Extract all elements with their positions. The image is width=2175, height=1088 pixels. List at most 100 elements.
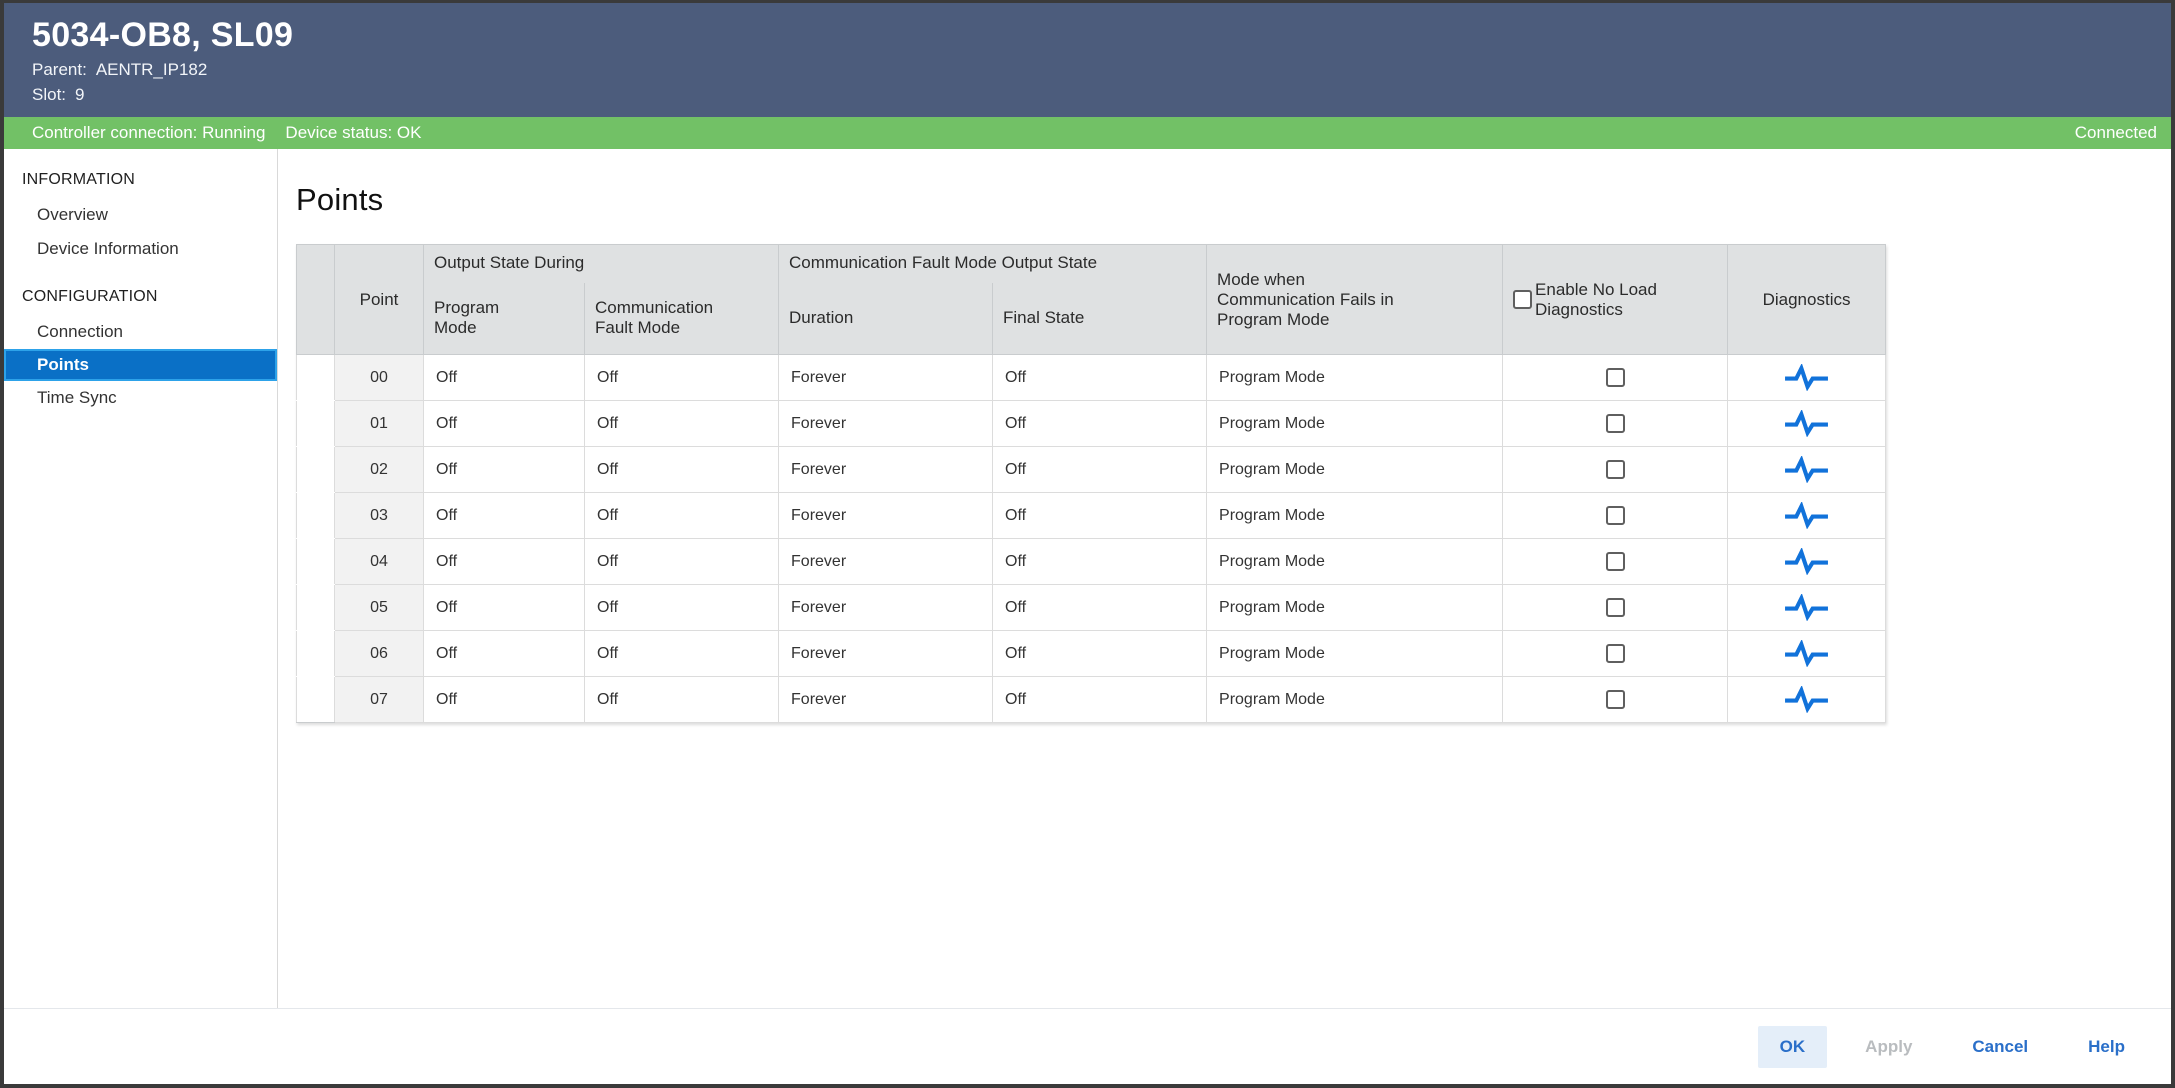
mode-when-cell[interactable]: Program Mode <box>1207 539 1503 585</box>
diagnostics-pulse-icon[interactable] <box>1783 456 1830 483</box>
mode-when-cell[interactable]: Program Mode <box>1207 631 1503 677</box>
program-mode-cell[interactable]: Off <box>424 539 585 585</box>
communication-fault-mode-cell[interactable]: Off <box>585 401 779 447</box>
program-mode-cell[interactable]: Off <box>424 493 585 539</box>
enable-no-load-header-label: Enable No Load Diagnostics <box>1535 280 1670 320</box>
diagnostics-pulse-icon[interactable] <box>1783 502 1830 529</box>
duration-cell[interactable]: Forever <box>779 401 993 447</box>
program-mode-cell[interactable]: Off <box>424 355 585 401</box>
mode-when-cell[interactable]: Program Mode <box>1207 493 1503 539</box>
table-row: 00OffOffForeverOffProgram Mode <box>297 355 1886 401</box>
table-row: 04OffOffForeverOffProgram Mode <box>297 539 1886 585</box>
enable-no-load-cell <box>1503 493 1728 539</box>
sidebar-section-label: CONFIGURATION <box>4 278 277 315</box>
duration-cell[interactable]: Forever <box>779 585 993 631</box>
final-state-cell[interactable]: Off <box>993 539 1207 585</box>
mode-when-cell[interactable]: Program Mode <box>1207 585 1503 631</box>
main-content: Points Point Output State During Communi… <box>278 149 2171 1008</box>
point-cell: 04 <box>335 539 424 585</box>
final-state-cell[interactable]: Off <box>993 401 1207 447</box>
help-button[interactable]: Help <box>2066 1026 2147 1068</box>
table-row: 05OffOffForeverOffProgram Mode <box>297 585 1886 631</box>
parent-label: Parent: <box>32 60 87 79</box>
no-load-checkbox[interactable] <box>1606 644 1625 663</box>
duration-cell[interactable]: Forever <box>779 539 993 585</box>
mode-when-cell[interactable]: Program Mode <box>1207 355 1503 401</box>
column-header-point: Point <box>335 245 424 355</box>
column-header-communication-fault-mode: Communication Fault Mode <box>585 283 779 355</box>
points-table-body: 00OffOffForeverOffProgram Mode01OffOffFo… <box>297 355 1886 723</box>
no-load-checkbox[interactable] <box>1606 414 1625 433</box>
duration-cell[interactable]: Forever <box>779 447 993 493</box>
sidebar-item-points[interactable]: Points <box>4 349 277 381</box>
diagnostics-pulse-icon[interactable] <box>1783 410 1830 437</box>
communication-fault-mode-cell[interactable]: Off <box>585 355 779 401</box>
diagnostics-cell <box>1728 355 1886 401</box>
mode-when-cell[interactable]: Program Mode <box>1207 401 1503 447</box>
header-group-row: Point Output State During Communication … <box>297 245 1886 283</box>
ok-button[interactable]: OK <box>1758 1026 1828 1068</box>
no-load-checkbox[interactable] <box>1606 460 1625 479</box>
program-mode-cell[interactable]: Off <box>424 401 585 447</box>
no-load-checkbox[interactable] <box>1606 506 1625 525</box>
row-selector[interactable] <box>297 585 335 631</box>
column-header-diagnostics: Diagnostics <box>1728 245 1886 355</box>
diagnostics-pulse-icon[interactable] <box>1783 548 1830 575</box>
communication-fault-mode-cell[interactable]: Off <box>585 447 779 493</box>
program-mode-cell[interactable]: Off <box>424 447 585 493</box>
diagnostics-cell <box>1728 447 1886 493</box>
no-load-checkbox[interactable] <box>1606 598 1625 617</box>
diagnostics-cell <box>1728 631 1886 677</box>
final-state-cell[interactable]: Off <box>993 677 1207 723</box>
communication-fault-mode-cell[interactable]: Off <box>585 677 779 723</box>
communication-fault-mode-cell[interactable]: Off <box>585 539 779 585</box>
duration-cell[interactable]: Forever <box>779 677 993 723</box>
column-header-mode-when: Mode when Communication Fails in Program… <box>1207 245 1503 355</box>
point-cell: 06 <box>335 631 424 677</box>
duration-cell[interactable]: Forever <box>779 355 993 401</box>
communication-fault-mode-cell[interactable]: Off <box>585 585 779 631</box>
enable-no-load-cell <box>1503 631 1728 677</box>
row-selector[interactable] <box>297 539 335 585</box>
diagnostics-pulse-icon[interactable] <box>1783 686 1830 713</box>
final-state-cell[interactable]: Off <box>993 447 1207 493</box>
diagnostics-cell <box>1728 401 1886 447</box>
no-load-checkbox[interactable] <box>1606 690 1625 709</box>
communication-fault-mode-cell[interactable]: Off <box>585 493 779 539</box>
point-cell: 02 <box>335 447 424 493</box>
apply-button[interactable]: Apply <box>1843 1026 1934 1068</box>
section-heading: Points <box>296 182 2171 218</box>
row-selector[interactable] <box>297 447 335 493</box>
row-selector[interactable] <box>297 631 335 677</box>
program-mode-cell[interactable]: Off <box>424 631 585 677</box>
final-state-cell[interactable]: Off <box>993 585 1207 631</box>
row-selector[interactable] <box>297 355 335 401</box>
diagnostics-pulse-icon[interactable] <box>1783 640 1830 667</box>
diagnostics-cell <box>1728 677 1886 723</box>
sidebar-item-device-information[interactable]: Device Information <box>4 232 277 266</box>
final-state-cell[interactable]: Off <box>993 631 1207 677</box>
mode-when-cell[interactable]: Program Mode <box>1207 677 1503 723</box>
point-cell: 05 <box>335 585 424 631</box>
duration-cell[interactable]: Forever <box>779 631 993 677</box>
sidebar-item-time-sync[interactable]: Time Sync <box>4 381 277 415</box>
diagnostics-pulse-icon[interactable] <box>1783 594 1830 621</box>
communication-fault-mode-cell[interactable]: Off <box>585 631 779 677</box>
sidebar-item-overview[interactable]: Overview <box>4 198 277 232</box>
final-state-cell[interactable]: Off <box>993 493 1207 539</box>
final-state-cell[interactable]: Off <box>993 355 1207 401</box>
mode-when-cell[interactable]: Program Mode <box>1207 447 1503 493</box>
sidebar-item-connection[interactable]: Connection <box>4 315 277 349</box>
no-load-checkbox[interactable] <box>1606 552 1625 571</box>
row-selector[interactable] <box>297 493 335 539</box>
duration-cell[interactable]: Forever <box>779 493 993 539</box>
controller-connection-status: Controller connection: Running <box>32 123 265 143</box>
no-load-checkbox[interactable] <box>1606 368 1625 387</box>
row-selector[interactable] <box>297 677 335 723</box>
enable-no-load-header-checkbox[interactable] <box>1513 290 1532 309</box>
diagnostics-pulse-icon[interactable] <box>1783 364 1830 391</box>
program-mode-cell[interactable]: Off <box>424 585 585 631</box>
cancel-button[interactable]: Cancel <box>1950 1026 2050 1068</box>
row-selector[interactable] <box>297 401 335 447</box>
program-mode-cell[interactable]: Off <box>424 677 585 723</box>
